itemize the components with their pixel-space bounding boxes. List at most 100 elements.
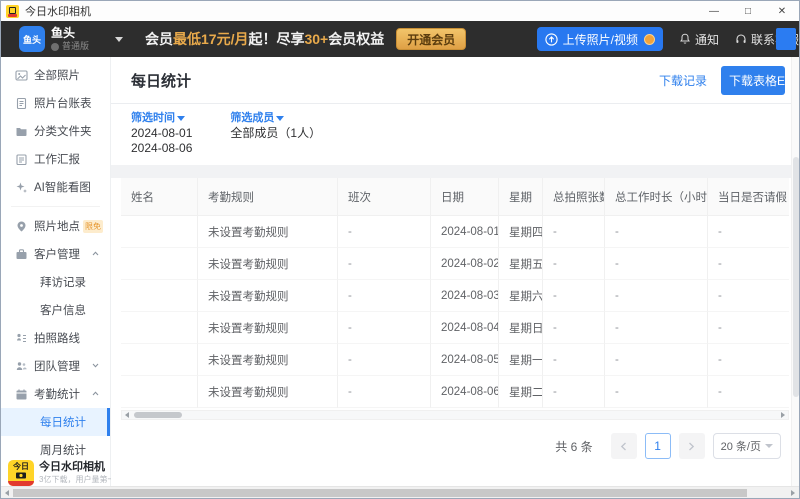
sidebar-item-work-report[interactable]: 工作汇报 [1,145,110,173]
route-icon [15,332,28,345]
download-records-link[interactable]: 下载记录 [659,72,707,89]
titlebar: 今日水印相机 — □ ✕ [1,1,799,21]
scroll-left-icon[interactable] [1,487,13,499]
ledger-icon [15,97,28,110]
scroll-right-icon[interactable] [778,411,788,419]
vertical-scrollbar[interactable] [791,57,799,499]
table-row: 未设置考勤规则 - 2024-08-04 星期日 - - - [121,312,789,344]
plan-icon [51,43,59,51]
chevron-down-icon [92,363,99,368]
caret-down-icon [276,116,284,121]
top-banner: 鱼头 鱼头 普通版 会员最低17元/月起！尽享30+会员权益 开通会员 上传照片… [1,21,799,57]
scroll-right-icon[interactable] [787,487,799,499]
col-weekday: 星期 [499,178,543,216]
caret-down-icon [177,116,185,121]
table-row: 未设置考勤规则 - 2024-08-01 星期四 - - - [121,216,789,248]
col-name: 姓名 [121,178,198,216]
sidebar-item-photo-ledger[interactable]: 照片台账表 [1,89,110,117]
page-number[interactable]: 1 [645,433,671,459]
table-row: 未设置考勤规则 - 2024-08-03 星期六 - - - [121,280,789,312]
col-photo-count: 总拍照张数 [543,178,605,216]
table-row: 未设置考勤规则 - 2024-08-02 星期五 - - - [121,248,789,280]
sidebar-footer-brand: 今日 今日水印相机 3亿下载，用户量第一… [1,460,110,486]
next-page-button[interactable] [679,433,705,459]
photos-icon [15,69,28,82]
chevron-up-icon [92,391,99,396]
scrollbar-thumb[interactable] [134,412,182,418]
chevron-up-icon [92,251,99,256]
sidebar-item-team-management[interactable]: 团队管理 [1,352,110,380]
close-button[interactable]: ✕ [765,1,799,21]
notifications-button[interactable]: 通知 [679,31,719,48]
vip-coin-icon [644,34,655,45]
upload-icon [545,33,558,46]
chevron-right-icon [688,442,695,451]
filter-time-from: 2024-08-01 [131,126,192,141]
briefcase-icon [15,248,28,261]
folder-icon [15,125,28,138]
vip-promo-text: 会员最低17元/月起！尽享30+会员权益 [145,29,384,49]
maximize-button[interactable]: □ [731,1,765,21]
filter-member-dropdown[interactable]: 筛选成员 [230,111,321,126]
table-row: 未设置考勤规则 - 2024-08-06 星期二 - - - [121,376,789,408]
app-logo-icon [6,5,19,18]
bell-icon [679,33,691,45]
chevron-down-icon[interactable] [115,37,123,42]
main-content: 每日统计 下载记录 下载表格Excel 筛选时间 2024-08-01 2024… [111,57,799,499]
calendar-icon [15,388,28,401]
table-horizontal-scrollbar[interactable] [121,410,789,420]
plan-badge: 普通版 [51,42,89,51]
scroll-left-icon[interactable] [122,411,132,419]
daily-stats-table: 姓名 考勤规则 班次 日期 星期 总拍照张数 总工作时长（小时） 当日是否请假 … [121,178,789,408]
scrollbar-thumb[interactable] [13,489,747,497]
headset-icon [735,33,747,45]
chevron-left-icon [620,442,627,451]
sidebar-item-folders[interactable]: 分类文件夹 [1,117,110,145]
pagination: 共 6 条 1 20 条/页 [111,433,799,459]
minimize-button[interactable]: — [697,1,731,21]
table-header-row: 姓名 考勤规则 班次 日期 星期 总拍照张数 总工作时长（小时） 当日是否请假 [121,178,789,216]
caret-down-icon [765,444,773,448]
page-title: 每日统计 [131,70,191,91]
filter-time: 筛选时间 2024-08-01 2024-08-06 [131,111,192,156]
free-trial-badge: 限免 [83,220,103,233]
table-row: 未设置考勤规则 - 2024-08-05 星期一 - - - [121,344,789,376]
sidebar-item-customer-management[interactable]: 客户管理 [1,240,110,268]
page-size-select[interactable]: 20 条/页 [713,433,781,459]
ai-sparkle-icon [15,181,28,194]
sidebar-item-visit-records[interactable]: 拜访记录 [1,268,110,296]
sidebar-item-photo-route[interactable]: 拍照路线 [1,324,110,352]
filter-member-value: 全部成员（1人） [230,126,321,141]
sidebar-item-attendance-stats[interactable]: 考勤统计 [1,380,110,408]
col-work-hours: 总工作时长（小时） [605,178,708,216]
sidebar-item-ai-view[interactable]: AI智能看图 [1,173,110,201]
window-horizontal-scrollbar[interactable] [1,486,799,498]
filter-time-to: 2024-08-06 [131,141,192,156]
location-pin-icon [15,220,28,233]
team-icon [15,360,28,373]
col-attendance-rule: 考勤规则 [198,178,338,216]
user-menu[interactable]: 鱼头 普通版 [51,27,89,51]
filter-time-dropdown[interactable]: 筛选时间 [131,111,192,126]
brand-logo-icon: 今日 [8,460,34,486]
open-vip-button[interactable]: 开通会员 [396,28,466,50]
col-date: 日期 [431,178,499,216]
window-title: 今日水印相机 [25,3,91,19]
col-leave: 当日是否请假 [708,178,789,216]
sidebar-item-daily-stats[interactable]: 每日统计 [1,408,110,436]
download-excel-button[interactable]: 下载表格Excel [721,66,785,95]
scrollbar-thumb[interactable] [793,157,799,397]
username: 鱼头 [51,27,89,39]
total-count: 共 6 条 [555,438,592,455]
filter-member: 筛选成员 全部成员（1人） [230,111,321,156]
upload-button[interactable]: 上传照片/视频 [537,27,663,51]
avatar[interactable]: 鱼头 [19,26,45,52]
sidebar-item-all-photos[interactable]: 全部照片 [1,61,110,89]
prev-page-button[interactable] [611,433,637,459]
sidebar-item-photo-location[interactable]: 照片地点 限免 [1,212,110,240]
app-window: 今日水印相机 — □ ✕ 鱼头 鱼头 普通版 会员最低17元/月起！尽享30+会… [0,0,800,499]
section-divider [111,165,799,178]
sidebar-divider [11,206,100,207]
edge-button-partial[interactable] [776,28,796,50]
sidebar-item-customer-info[interactable]: 客户信息 [1,296,110,324]
